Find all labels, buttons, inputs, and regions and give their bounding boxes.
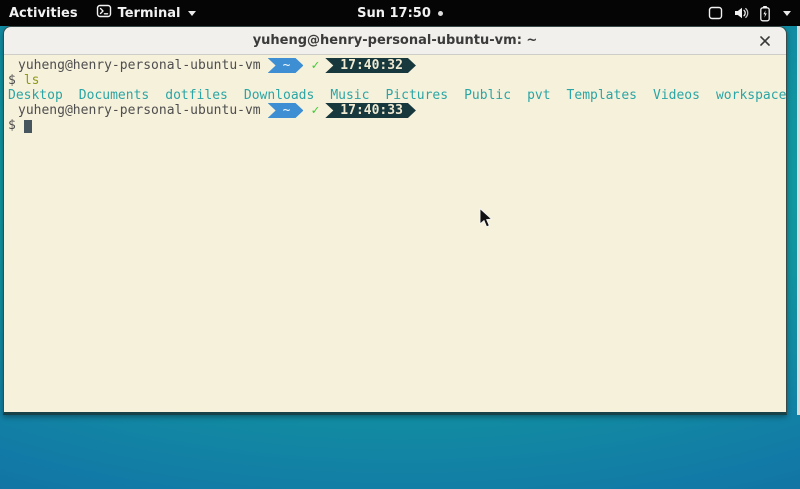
chevron-down-icon: [783, 11, 791, 16]
prompt-user-host: yuheng@henry-personal-ubuntu-vm: [18, 103, 261, 118]
time-segment: 17:40:32: [325, 58, 416, 73]
clock-label: Sun 17:50: [357, 6, 431, 21]
volume-icon: [733, 5, 749, 21]
prompt-line-1: yuheng@henry-personal-ubuntu-vm ~ ✓ 17:40:3…: [8, 58, 786, 73]
app-menu-button[interactable]: Terminal: [87, 0, 206, 26]
prompt-user-host: yuheng@henry-personal-ubuntu-vm: [18, 58, 261, 73]
battery-charging-icon: [759, 5, 771, 22]
close-button[interactable]: [756, 32, 774, 50]
system-menu-button[interactable]: [699, 0, 800, 26]
terminal-icon: [96, 3, 112, 23]
directory-entry: workspace: [716, 88, 786, 103]
directory-entry: Pictures: [385, 88, 448, 103]
app-menu-label: Terminal: [118, 6, 181, 21]
directory-entry: Documents: [79, 88, 149, 103]
typed-command: ls: [24, 73, 40, 88]
directory-entry: Downloads: [244, 88, 314, 103]
cwd-segment: ~: [268, 103, 304, 118]
close-icon: [760, 36, 770, 46]
window-title: yuheng@henry-personal-ubuntu-vm: ~: [253, 33, 538, 48]
terminal-screen[interactable]: yuheng@henry-personal-ubuntu-vm ~ ✓ 17:40:3…: [4, 55, 786, 412]
directory-entry: Templates: [567, 88, 637, 103]
prompt-symbol: $: [8, 118, 16, 133]
command-line-1: $ ls: [8, 73, 786, 88]
time-label: 17:40:32: [340, 58, 403, 73]
cwd-segment: ~: [268, 58, 304, 73]
cwd-label: ~: [283, 103, 291, 118]
directory-entry: dotfiles: [165, 88, 228, 103]
directory-entry: Public: [464, 88, 511, 103]
display-icon: [708, 5, 723, 21]
directory-entry: Videos: [653, 88, 700, 103]
current-command-line: $: [8, 118, 786, 133]
prompt-symbol: $: [8, 73, 16, 88]
directory-entry: Music: [330, 88, 369, 103]
mouse-cursor: [479, 208, 494, 229]
clock-button[interactable]: Sun 17:50: [348, 6, 452, 21]
terminal-window: yuheng@henry-personal-ubuntu-vm: ~ yuhen…: [3, 26, 787, 415]
check-icon: ✓: [311, 58, 319, 73]
directory-entry: pvt: [527, 88, 550, 103]
time-label: 17:40:33: [340, 103, 403, 118]
prompt-line-2: yuheng@henry-personal-ubuntu-vm ~ ✓ 17:40:3…: [8, 103, 786, 118]
chevron-down-icon: [188, 11, 196, 16]
directory-entry: Desktop: [8, 88, 63, 103]
notification-dot: [438, 11, 443, 16]
activities-button[interactable]: Activities: [0, 0, 87, 26]
terminal-cursor: [24, 120, 32, 133]
time-segment: 17:40:33: [325, 103, 416, 118]
ls-output-line: Desktop Documents dotfiles Downloads Music Pi…: [8, 88, 786, 103]
top-bar: Activities Terminal Sun 17:50: [0, 0, 800, 26]
window-titlebar[interactable]: yuheng@henry-personal-ubuntu-vm: ~: [4, 27, 786, 55]
desktop-background: Activities Terminal Sun 17:50: [0, 0, 800, 489]
cwd-label: ~: [283, 58, 291, 73]
check-icon: ✓: [311, 103, 319, 118]
